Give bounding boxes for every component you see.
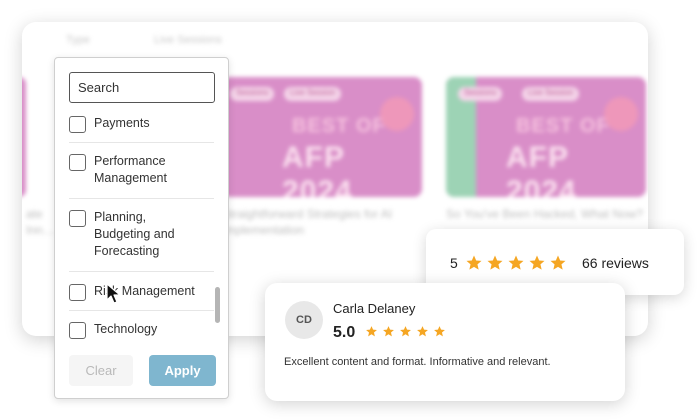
filter-option-technology[interactable]: Technology <box>55 321 213 339</box>
divider <box>69 271 214 272</box>
star-icon <box>529 255 545 270</box>
checkbox-icon[interactable] <box>69 322 86 339</box>
card-title-line2: AFP 2024 <box>282 141 353 197</box>
review-score: 5.0 <box>333 324 356 341</box>
filter-option-performance-management[interactable]: Performance Management <box>55 153 213 187</box>
scrollbar-thumb[interactable] <box>215 287 220 323</box>
apply-button[interactable]: Apply <box>149 355 216 386</box>
filter-option-risk-management[interactable]: Risk Management <box>55 283 213 301</box>
reviews-count[interactable]: 66 reviews <box>582 255 649 271</box>
star-icon <box>400 326 411 337</box>
star-icon <box>417 326 428 337</box>
session-card[interactable] <box>22 77 26 197</box>
topic-filter-dropdown: Payments Performance Management Planning… <box>54 57 229 399</box>
filter-option-label: Performance Management <box>94 154 167 185</box>
card-caption: Straightforward Strategies for AI Implem… <box>222 207 393 237</box>
card-title-line1: BEST OF <box>516 115 610 137</box>
filter-option-label: Technology <box>94 322 158 336</box>
session-card[interactable]: Sessions Live Session BEST OF AFP 2024 <box>222 77 422 197</box>
star-icon <box>508 255 524 270</box>
checkbox-icon[interactable] <box>69 116 86 133</box>
checkbox-icon[interactable] <box>69 210 86 227</box>
star-icon <box>550 255 566 270</box>
filter-options-list: Payments Performance Management Planning… <box>55 113 215 345</box>
avatar: CD <box>285 301 323 339</box>
review-card: CD Carla Delaney 5.0 Excellent content a… <box>265 283 625 401</box>
divider <box>69 142 214 143</box>
session-tag: Sessions <box>230 87 275 101</box>
star-icon <box>383 326 394 337</box>
heart-graphic <box>380 97 414 131</box>
star-icon <box>466 255 482 270</box>
star-icon <box>366 326 377 337</box>
filter-option-label: Payments <box>94 116 150 130</box>
filter-option-payments[interactable]: Payments <box>55 115 213 133</box>
rating-stars <box>465 254 567 272</box>
live-session-tag: Live Session <box>284 87 342 101</box>
card-caption: So You've Been Hacked, What Now? <box>446 207 644 221</box>
reviewer-name: Carla Delaney <box>333 301 416 316</box>
divider <box>69 198 214 199</box>
star-icon <box>487 255 503 270</box>
card-title-line1: BEST OF <box>292 115 386 137</box>
live-session-tag: Live Session <box>522 87 580 101</box>
star-icon <box>434 326 445 337</box>
session-tag: Sessions <box>458 87 503 101</box>
divider <box>69 310 214 311</box>
type-filter[interactable]: Type <box>66 34 90 48</box>
live-sessions-filter[interactable]: Live Sessions <box>154 34 222 48</box>
checkbox-icon[interactable] <box>69 154 86 171</box>
session-card[interactable]: Sessions Live Session BEST OF AFP 2024 <box>446 77 646 197</box>
mouse-pointer-icon <box>106 283 121 304</box>
heart-graphic <box>604 97 638 131</box>
rating-score: 5 <box>450 255 458 271</box>
filter-option-label: Planning, Budgeting and Forecasting <box>94 210 175 258</box>
card-title-line2: AFP 2024 <box>506 141 577 197</box>
clear-button[interactable]: Clear <box>69 355 133 386</box>
checkbox-icon[interactable] <box>69 284 86 301</box>
card-caption: ate Inn… · apita… <box>26 207 55 240</box>
stage: Type Live Sessions Sessions Live Session… <box>0 0 700 420</box>
filter-option-planning-budgeting-forecasting[interactable]: Planning, Budgeting and Forecasting <box>55 209 213 260</box>
search-input[interactable] <box>69 72 215 103</box>
review-text: Excellent content and format. Informativ… <box>284 356 551 368</box>
background-toolbar: Type Live Sessions <box>22 22 648 62</box>
review-stars <box>365 325 446 339</box>
